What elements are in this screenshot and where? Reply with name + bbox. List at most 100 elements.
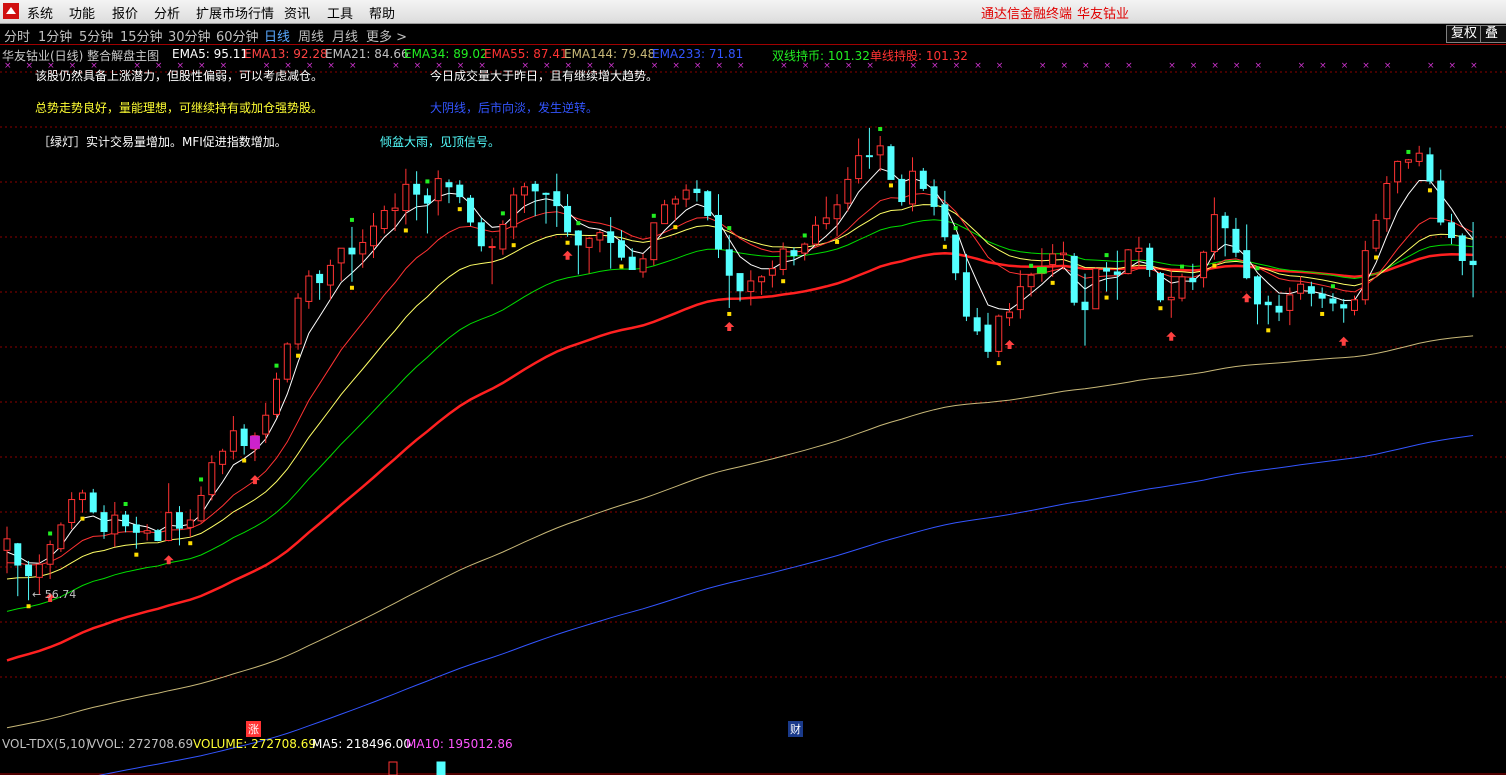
menu-function[interactable]: 功能 — [69, 3, 95, 22]
legend-ema55: EMA55: 87.41 — [484, 47, 568, 61]
candle-body — [186, 519, 194, 528]
buy-dot — [888, 183, 893, 188]
signal-marker-x: × — [1104, 61, 1112, 71]
menu-news[interactable]: 资讯 — [284, 3, 310, 22]
signal-marker-x: × — [1319, 61, 1327, 71]
candle-body — [262, 414, 270, 435]
buy-dot — [727, 311, 732, 316]
period-daily[interactable]: 日线 — [264, 26, 290, 45]
legend-ema13: EMA13: 92.28 — [244, 47, 328, 61]
period-15min[interactable]: 15分钟 — [120, 26, 163, 45]
period-intraday[interactable]: 分时 — [4, 26, 30, 45]
candle-body — [1286, 294, 1294, 311]
volume-bar — [436, 761, 446, 775]
menu-quote[interactable]: 报价 — [112, 3, 138, 22]
signal-marker-x: × — [1449, 61, 1457, 71]
candle-body — [736, 273, 744, 292]
candle-body — [801, 243, 809, 254]
candle-body — [822, 217, 830, 225]
menu-analysis[interactable]: 分析 — [154, 3, 180, 22]
candle-body — [1426, 154, 1434, 182]
event-tag-zhang[interactable]: 涨 — [246, 721, 261, 737]
overlay-button[interactable]: 叠加 — [1480, 25, 1506, 43]
signal-marker-x: × — [327, 61, 335, 71]
signal-marker-x: × — [349, 61, 357, 71]
candle-body — [984, 324, 992, 352]
restore-rights-button[interactable]: 复权 — [1446, 25, 1483, 43]
menu-extended-market[interactable]: 扩展市场行情 — [196, 3, 274, 22]
buy-dot — [1374, 255, 1379, 260]
volume-panel[interactable] — [0, 752, 1506, 775]
vvol-value: VVOL: 272708.69 — [88, 737, 194, 751]
candle-body — [887, 146, 895, 180]
period-60min[interactable]: 60分钟 — [216, 26, 259, 45]
menu-tools[interactable]: 工具 — [327, 3, 353, 22]
candle-body — [833, 204, 841, 220]
buy-dot — [403, 228, 408, 233]
candle-body — [467, 197, 475, 223]
ema233-line — [98, 435, 1474, 775]
menu-system[interactable]: 系统 — [27, 3, 53, 22]
menu-help[interactable]: 帮助 — [369, 3, 395, 22]
buy-dot — [1104, 295, 1109, 300]
analysis-note: 大阴线，后市向淡，发生逆转。 — [430, 101, 599, 115]
buy-dot — [242, 458, 247, 463]
candle-body — [607, 231, 615, 243]
signal-marker-x: × — [694, 61, 702, 71]
candle-body — [1103, 268, 1111, 272]
volume-bar — [388, 761, 398, 775]
analysis-note: 倾盆大雨，见顶信号。 — [380, 135, 501, 149]
candle-body — [413, 183, 421, 195]
buy-dot — [1158, 306, 1163, 311]
candle-body — [650, 222, 658, 261]
period-30min[interactable]: 30分钟 — [168, 26, 211, 45]
signal-marker-x: × — [1298, 61, 1306, 71]
signal-marker-x: × — [1341, 61, 1349, 71]
buy-dot — [1427, 188, 1432, 193]
signal-marker-x: × — [974, 61, 982, 71]
candle-body — [1394, 160, 1402, 183]
terminal-brand: 通达信金融终端 — [981, 7, 1073, 22]
legend-double-line: 双线持币: 101.32 — [772, 49, 870, 63]
candlestick-chart[interactable]: × × × × × × × × × × × × × × × × × × × × × × × × × × × × × × × × × × × × × × × ×… — [0, 60, 1506, 775]
stock-name-header: 华友钴业 — [1077, 7, 1130, 22]
period-more[interactable]: 更多 > — [366, 26, 407, 45]
signal-marker-x: × — [737, 61, 745, 71]
candle-body — [714, 214, 722, 250]
legend-single-line: 单线持股: 101.32 — [870, 49, 968, 63]
buy-dot — [26, 604, 31, 609]
candle-body — [434, 178, 442, 202]
sell-dot — [1104, 253, 1109, 258]
buy-arrow-icon — [562, 250, 573, 260]
candle-body — [1307, 286, 1315, 294]
candle-body — [1243, 250, 1251, 279]
app-logo-icon[interactable] — [3, 3, 19, 19]
signal-marker-x: × — [1060, 61, 1068, 71]
candle-body — [1146, 247, 1154, 270]
low-price-label: ← 56.74 — [32, 588, 77, 601]
event-tag-cai[interactable]: 财 — [788, 721, 803, 737]
buy-dot — [942, 244, 947, 249]
period-weekly[interactable]: 周线 — [298, 26, 324, 45]
period-monthly[interactable]: 月线 — [332, 26, 358, 45]
candle-body — [219, 450, 227, 465]
candle-body — [1318, 293, 1326, 299]
candle-body — [952, 234, 960, 274]
candle-body — [1437, 180, 1445, 223]
volume-value: VOLUME: 272708.69 — [193, 737, 316, 751]
legend-ema34: EMA34: 89.02 — [404, 47, 488, 61]
signal-marker-x: × — [715, 61, 723, 71]
candle-body — [337, 247, 345, 264]
period-5min[interactable]: 5分钟 — [79, 26, 113, 45]
sell-dot — [1029, 263, 1034, 268]
candle-body — [1297, 283, 1305, 294]
period-1min[interactable]: 1分钟 — [38, 26, 72, 45]
signal-marker-x: × — [1211, 61, 1219, 71]
candle-body — [1124, 249, 1132, 275]
candle-body — [747, 280, 755, 293]
candle-body — [1156, 273, 1164, 301]
candle-body — [510, 194, 518, 228]
candle-body — [1232, 228, 1240, 253]
sell-dot — [425, 179, 430, 184]
buy-dot — [1212, 263, 1217, 268]
